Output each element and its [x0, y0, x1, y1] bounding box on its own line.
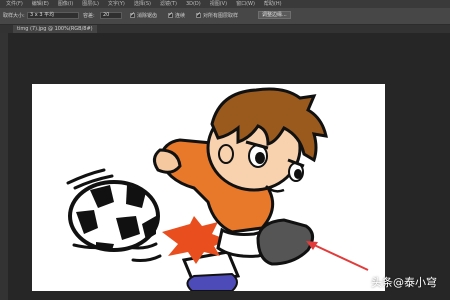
refine-edge-button[interactable]: 调整边缘... [258, 11, 291, 19]
menu-filter[interactable]: 滤镜(T) [160, 0, 177, 8]
options-bar: 取样大小: 3 x 3 平均 容差: 20 消除锯齿 连续 对所有图层取样 调整… [0, 8, 450, 25]
soccer-ball [68, 180, 160, 252]
menu-layer[interactable]: 图层(L) [82, 0, 99, 8]
menu-file[interactable]: 文件(F) [6, 0, 23, 8]
menu-3d[interactable]: 3D(D) [186, 0, 201, 8]
menu-view[interactable]: 视图(V) [210, 0, 227, 8]
sample-all-layers-checkbox[interactable] [196, 11, 201, 18]
tolerance-label: 容差: [83, 13, 95, 19]
sample-all-layers-label: 对所有图层取样 [203, 13, 239, 19]
tools-panel [0, 33, 8, 300]
menu-select[interactable]: 选择(S) [134, 0, 151, 8]
menu-help[interactable]: 帮助(H) [264, 0, 282, 8]
contiguous-label: 连续 [175, 13, 186, 19]
menu-window[interactable]: 窗口(W) [236, 0, 255, 8]
image-canvas[interactable] [32, 84, 385, 292]
tolerance-input[interactable]: 20 [100, 12, 122, 19]
sample-size-label: 取样大小: [3, 13, 25, 19]
menu-edit[interactable]: 编辑(E) [32, 0, 49, 8]
contiguous-checkbox[interactable] [168, 11, 173, 18]
sample-size-select[interactable]: 3 x 3 平均 [27, 12, 79, 19]
antialias-checkbox[interactable] [130, 11, 135, 18]
document-tab[interactable]: timg (7).jpg @ 100%(RGB/8#) [13, 25, 97, 33]
cartoon-soccer-boy-illustration [66, 87, 369, 292]
antialias-label: 消除锯齿 [137, 13, 158, 19]
menu-type[interactable]: 文字(Y) [108, 0, 125, 8]
watermark-text: 头条@泰小穹 [371, 276, 437, 289]
red-arrow-annotation [306, 241, 369, 271]
menu-image[interactable]: 图像(I) [58, 0, 73, 8]
menu-bar: 文件(F) 编辑(E) 图像(I) 图层(L) 文字(Y) 选择(S) 滤镜(T… [0, 0, 450, 8]
